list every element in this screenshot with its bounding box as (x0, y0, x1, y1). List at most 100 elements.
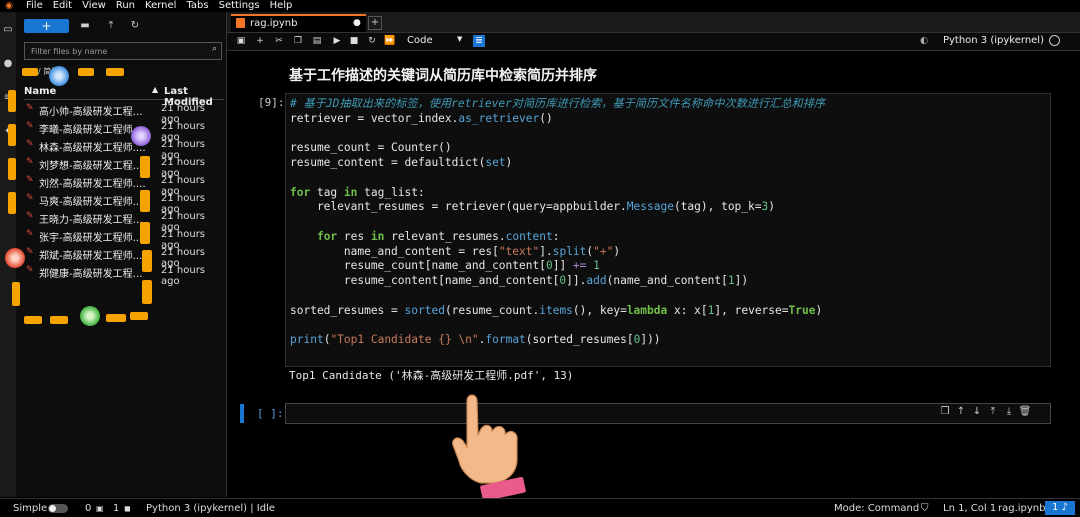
upload-icon[interactable]: ⤒ (104, 19, 118, 33)
menu-tabs[interactable]: Tabs (186, 0, 208, 12)
markdown-heading: 基于工作描述的关键词从简历库中检索简历并排序 (289, 68, 597, 84)
annotation-dash (140, 222, 150, 244)
file-name: 郑斌-高级研发工程师.pdf (39, 251, 151, 262)
annotation-dash (106, 314, 126, 322)
pdf-file-icon: ✎ (26, 211, 34, 221)
menu-settings[interactable]: Settings (219, 0, 260, 12)
green-swirl-icon (80, 306, 100, 326)
new-folder-icon[interactable]: ▬ (78, 19, 92, 33)
file-name: 马爽-高级研发工程师.pdf (39, 197, 151, 208)
file-row[interactable]: ✎ 刘梦想-高级研发工程师.pdf 21 hours ago (24, 155, 224, 179)
menu-view[interactable]: View (82, 0, 106, 12)
file-row[interactable]: ✎ 马爽-高级研发工程师.pdf 21 hours ago (24, 191, 224, 215)
active-cell-indicator (240, 404, 244, 423)
restart-run-all-icon[interactable]: ⏩ (384, 35, 396, 47)
tab-bar: rag.ipynb ● + (227, 12, 1080, 33)
stop-icon[interactable]: ■ (348, 35, 360, 47)
run-icon[interactable]: ▶ (331, 35, 343, 47)
mode-indicator: Mode: Command (834, 503, 920, 514)
cell-output: Top1 Candidate ('林森-高级研发工程师.pdf', 13) (289, 369, 574, 382)
annotation-dash (142, 280, 152, 304)
property-inspector-icon[interactable]: ≣ (473, 35, 485, 47)
tab-rag-notebook[interactable]: rag.ipynb ● (231, 14, 366, 32)
code-cell[interactable]: # 基于JD抽取出来的标签，使用retriever对简历库进行检索，基于简历文件… (285, 93, 1051, 367)
chevron-down-icon: ▼ (457, 35, 463, 43)
execution-prompt: [9]: (258, 96, 285, 109)
insert-cell-icon[interactable]: + (254, 35, 266, 47)
menu-edit[interactable]: Edit (53, 0, 72, 12)
filter-files-field[interactable]: ⌕ (24, 42, 222, 60)
pdf-file-icon: ✎ (26, 175, 34, 185)
kernel-status-text[interactable]: Python 3 (ipykernel) | Idle (146, 503, 275, 514)
annotation-dash (106, 68, 124, 76)
pdf-file-icon: ✎ (26, 139, 34, 149)
file-name: 郑健康-高级研发工程师.pdf (39, 269, 151, 280)
file-row[interactable]: ✎ 刘然-高级研发工程师.pdf 21 hours ago (24, 173, 224, 197)
cell-type-select[interactable]: Code ▼ (407, 35, 465, 46)
search-icon: ⌕ (211, 44, 217, 54)
terminal-icon: ▣ (96, 504, 104, 513)
kernel-indicator-icon: ◐ (920, 36, 928, 46)
file-row[interactable]: ✎ 张宇-高级研发工程师.pdf 21 hours ago (24, 227, 224, 251)
file-row[interactable]: ✎ 郑健康-高级研发工程师.pdf 21 hours ago (24, 263, 224, 287)
terminals-count[interactable]: 0 (85, 503, 91, 514)
refresh-icon[interactable]: ↻ (128, 19, 142, 33)
annotation-dash (22, 68, 38, 76)
annotation-dash (8, 158, 16, 180)
pdf-file-icon: ✎ (26, 103, 34, 113)
cut-icon[interactable]: ✂ (273, 35, 285, 47)
restart-icon[interactable]: ↻ (366, 35, 378, 47)
file-row[interactable]: ✎ 李曦-高级研发工程师.pdf 21 hours ago (24, 119, 224, 143)
running-icon[interactable]: ● (2, 58, 14, 70)
filter-files-input[interactable] (29, 44, 203, 59)
kernel-name[interactable]: Python 3 (ipykernel) (943, 35, 1044, 46)
kernels-count[interactable]: 1 (113, 503, 119, 514)
annotation-dash (8, 90, 16, 112)
annotation-dash (140, 190, 150, 212)
simple-mode-label: Simple (13, 503, 48, 514)
file-list-header: Name ▲ Last Modified (24, 85, 224, 108)
file-list: ✎ 高小帅-高级研发工程师.pdf 21 hours ago ✎ 李曦-高级研发工程师… (24, 101, 224, 287)
move-up-icon[interactable]: ↑ (953, 406, 969, 417)
kernel-status-icon (1049, 35, 1060, 46)
menu-kernel[interactable]: Kernel (145, 0, 176, 12)
insert-above-icon[interactable]: ⤒ (985, 406, 1001, 417)
paste-icon[interactable]: ▤ (311, 35, 323, 47)
delete-cell-icon[interactable]: 🗑 (1017, 406, 1033, 417)
name-column-header[interactable]: Name (24, 86, 56, 97)
insert-below-icon[interactable]: ⤓ (1001, 406, 1017, 417)
menu-help[interactable]: Help (270, 0, 293, 12)
status-bar: Simple 0 ▣ 1 ◼ Python 3 (ipykernel) | Id… (0, 498, 1080, 517)
pdf-file-icon: ✎ (26, 247, 34, 257)
notebook-panel: 基于工作描述的关键词从简历库中检索简历并排序 [9]: # 基于JD抽取出来的标… (227, 51, 1080, 499)
annotation-dash (8, 124, 16, 146)
file-row[interactable]: ✎ 高小帅-高级研发工程师.pdf 21 hours ago (24, 101, 224, 125)
pdf-file-icon: ✎ (26, 193, 34, 203)
menu-file[interactable]: File (26, 0, 43, 12)
annotation-dash (140, 156, 150, 178)
kernel-icon: ◼ (124, 504, 131, 513)
move-down-icon[interactable]: ↓ (969, 406, 985, 417)
notebook-icon (236, 18, 245, 28)
notification-button[interactable]: 1 ♪ (1045, 501, 1075, 515)
file-name: 刘梦想-高级研发工程师.pdf (39, 161, 151, 172)
file-modified: 21 hours ago (161, 265, 206, 287)
cursor-position[interactable]: Ln 1, Col 1 (943, 503, 996, 514)
file-row[interactable]: ✎ 王晓力-高级研发工程师.pdf 21 hours ago (24, 209, 224, 233)
file-name: 高小帅-高级研发工程师.pdf (39, 107, 151, 118)
file-row[interactable]: ✎ 林森-高级研发工程师.pdf 21 hours ago (24, 137, 224, 161)
new-launcher-button[interactable]: + (24, 19, 69, 33)
folder-icon[interactable]: ▭ (2, 24, 14, 36)
copy-icon[interactable]: ❐ (292, 35, 304, 47)
save-icon[interactable]: ▣ (235, 35, 247, 47)
pdf-file-icon: ✎ (26, 157, 34, 167)
code-editor[interactable]: # 基于JD抽取出来的标签，使用retriever对简历库进行检索，基于简历文件… (290, 97, 825, 348)
new-tab-button[interactable]: + (368, 16, 382, 30)
duplicate-cell-icon[interactable]: ❐ (937, 406, 953, 417)
unsaved-dot-icon[interactable]: ● (353, 18, 361, 28)
menu-bar: ◉ File Edit View Run Kernel Tabs Setting… (0, 0, 1080, 12)
menu-run[interactable]: Run (116, 0, 135, 12)
file-row[interactable]: ✎ 郑斌-高级研发工程师.pdf 21 hours ago (24, 245, 224, 269)
annotation-dash (130, 312, 148, 320)
simple-mode-toggle[interactable] (48, 504, 68, 513)
